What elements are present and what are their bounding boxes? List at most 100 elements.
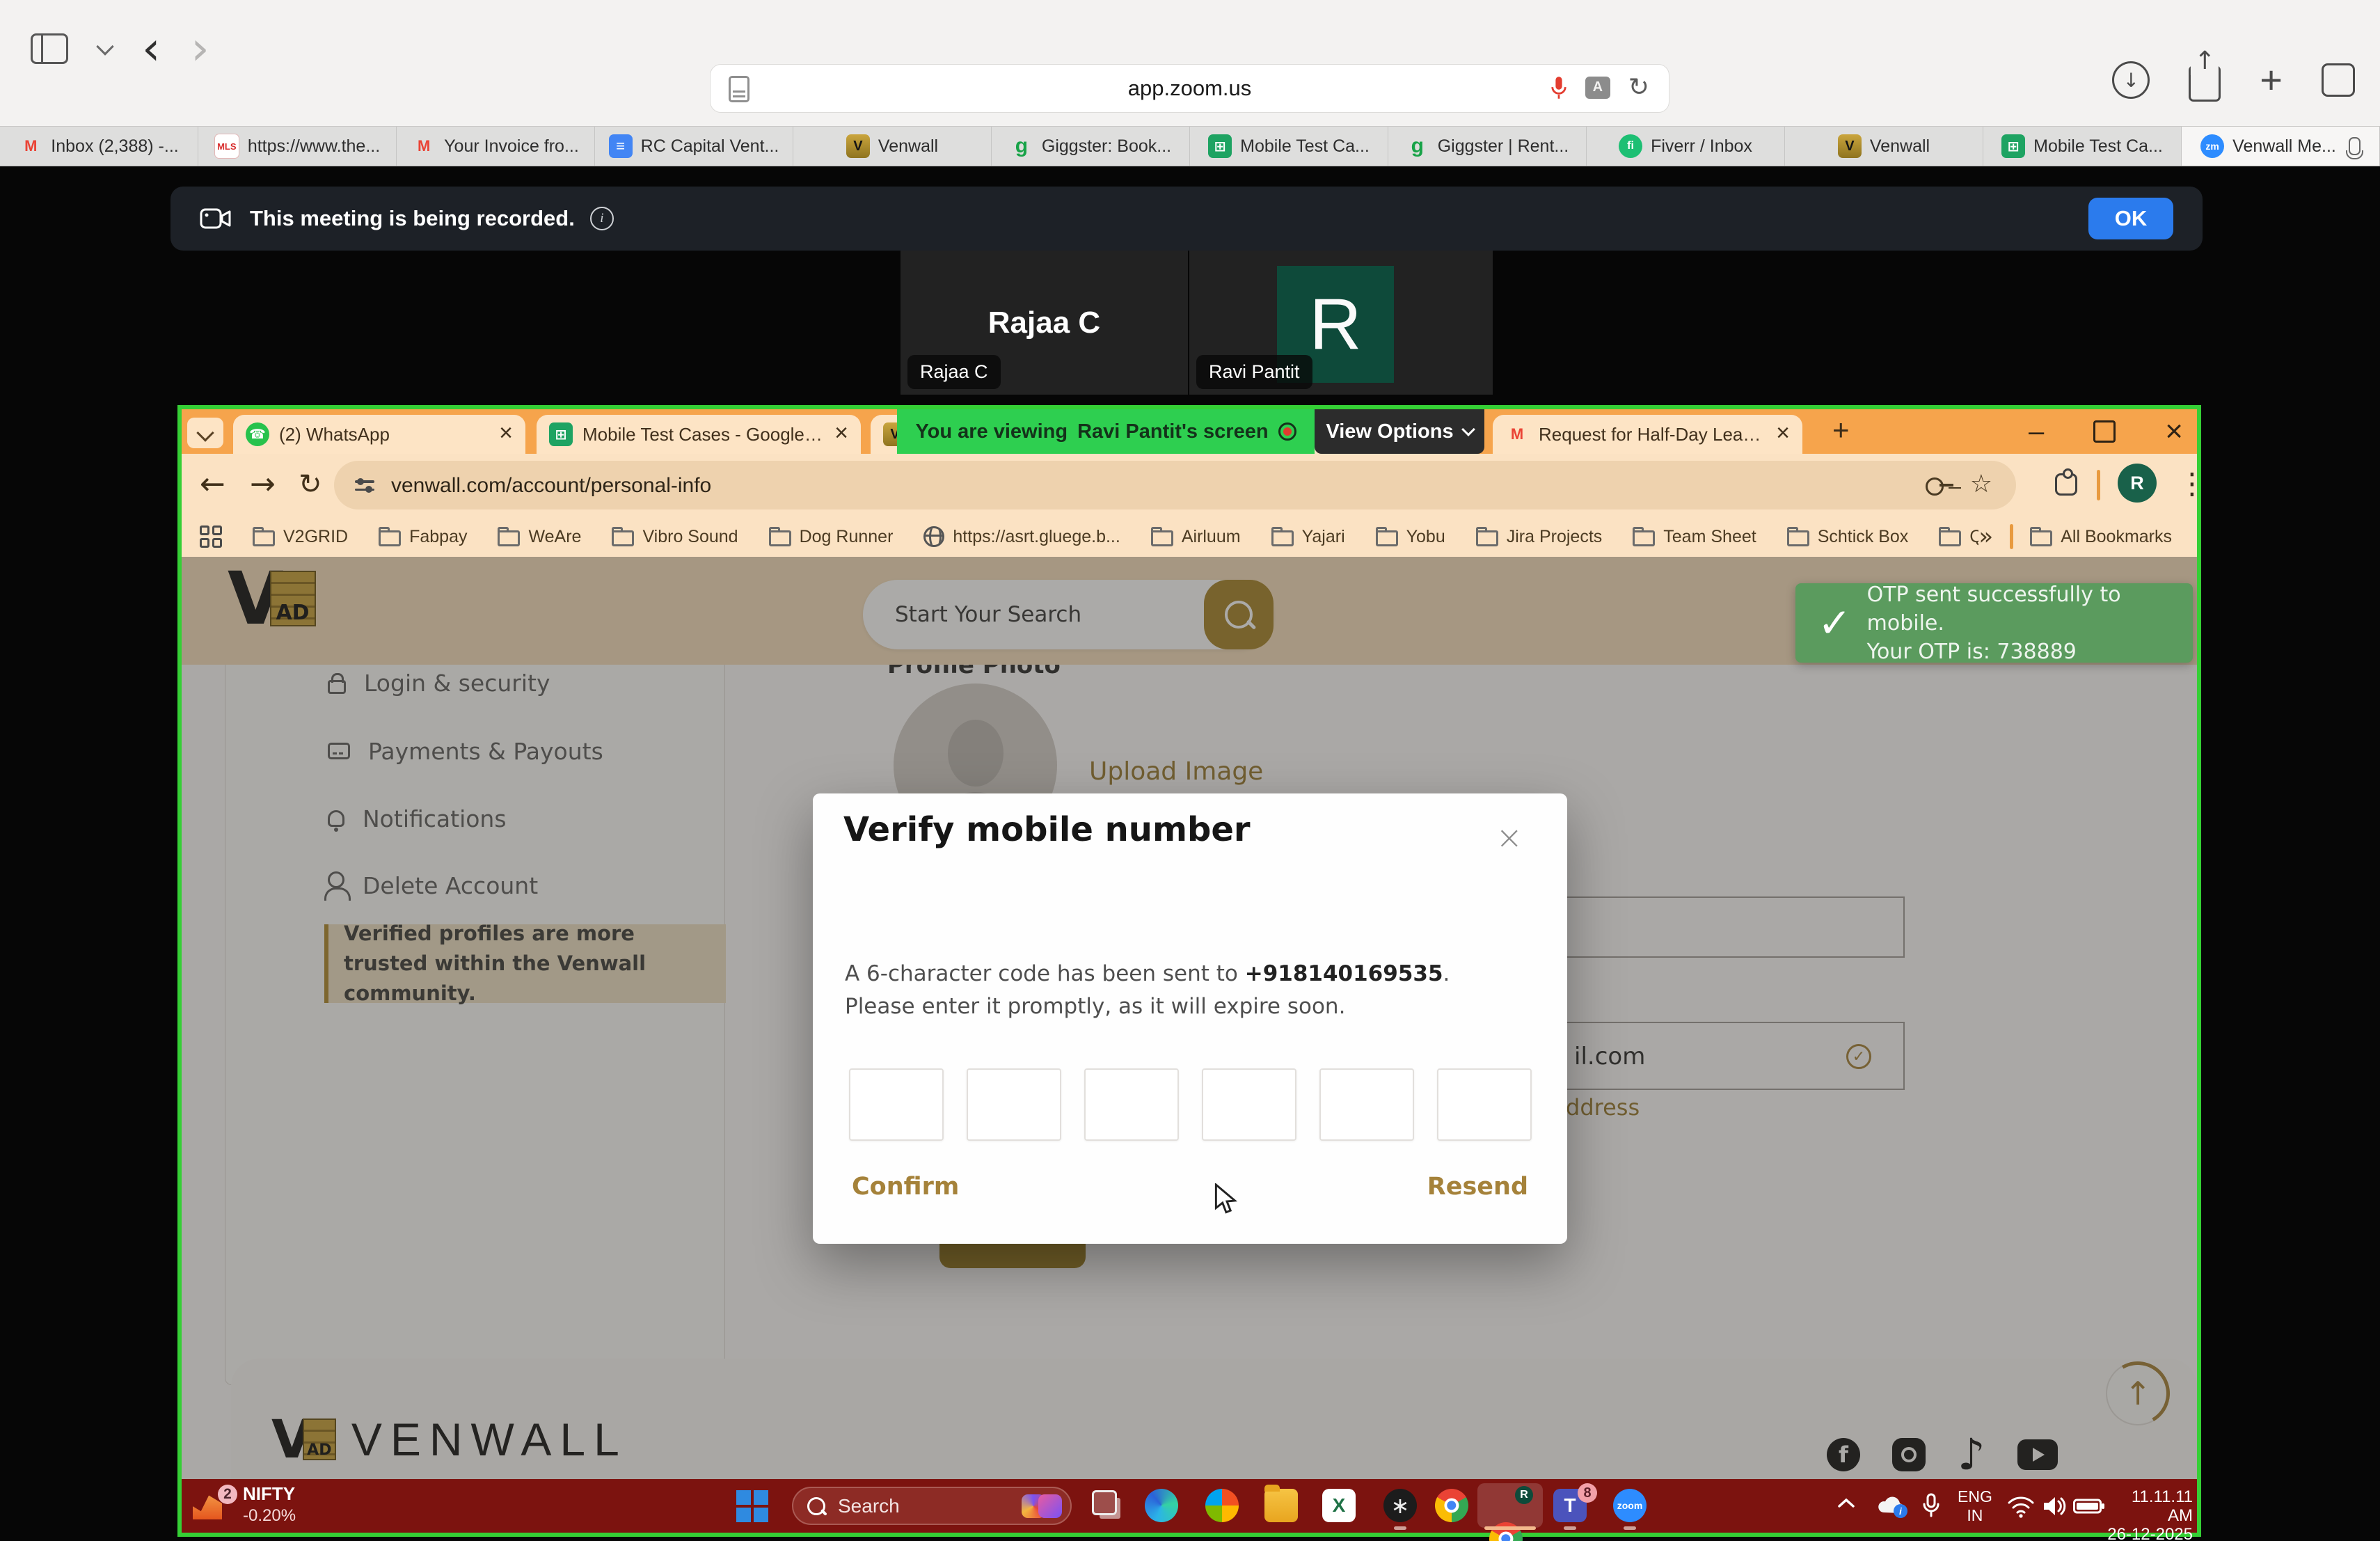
forward-button[interactable] [250, 468, 276, 501]
tab-search-chevron[interactable] [187, 418, 223, 448]
reload-icon[interactable] [1628, 73, 1649, 102]
safari-tab[interactable]: Giggster | Rent... [1388, 127, 1587, 166]
mic-icon[interactable] [1550, 75, 1567, 100]
chrome-tab-whatsapp[interactable]: (2) WhatsApp [233, 415, 525, 454]
volume-icon[interactable] [2041, 1494, 2069, 1518]
bookmark-item[interactable]: V2GRID [253, 527, 348, 547]
bookmark-item[interactable]: Vibro Sound [612, 527, 738, 547]
bookmark-item[interactable]: https://asrt.gluege.b... [923, 526, 1120, 547]
chevron-down-icon[interactable] [96, 38, 113, 55]
resend-button[interactable]: Resend [1427, 1173, 1528, 1201]
bookmark-item[interactable]: Team Sheet [1633, 527, 1756, 547]
chrome-tab-sheets[interactable]: Mobile Test Cases - Google She [537, 415, 861, 454]
taskbar-search[interactable]: Search [792, 1487, 1072, 1525]
safari-tab[interactable]: https://www.the... [198, 127, 397, 166]
otp-input-5[interactable] [1319, 1068, 1414, 1141]
profile-avatar[interactable]: R [2118, 464, 2157, 503]
close-tab-icon[interactable] [1776, 424, 1790, 445]
battery-icon[interactable] [2073, 1497, 2105, 1515]
zoom-app-icon[interactable] [1613, 1489, 1647, 1522]
otp-toast: OTP sent successfully to mobile. Your OT… [1795, 583, 2193, 663]
bookmark-item[interactable]: WeAre [498, 527, 581, 547]
venwall-page: V AD Start Your Search Login & securityP… [182, 557, 2197, 1479]
bookmark-item[interactable]: Dog Runner [769, 527, 894, 547]
omnibox[interactable]: venwall.com/account/personal-info [334, 461, 2016, 509]
copilot-icon[interactable] [1205, 1489, 1239, 1522]
tune-icon[interactable] [355, 475, 374, 496]
wifi-icon[interactable] [2006, 1494, 2036, 1518]
tray-chevron-icon[interactable] [1837, 1497, 1855, 1510]
extensions-icon[interactable] [2055, 473, 2077, 496]
password-key-icon[interactable] [1926, 477, 1944, 496]
close-icon[interactable] [2165, 414, 2183, 449]
share-icon[interactable] [2189, 65, 2221, 102]
clock[interactable]: 11.11.11 AM 26-12-2025 [2104, 1487, 2193, 1541]
back-button[interactable] [200, 468, 225, 501]
safari-tab[interactable]: Venwall [1785, 127, 1983, 166]
bookmark-item[interactable]: Yajari [1271, 527, 1345, 547]
otp-input-3[interactable] [1084, 1068, 1179, 1141]
otp-input-6[interactable] [1437, 1068, 1532, 1141]
file-explorer-icon[interactable] [1264, 1489, 1298, 1522]
view-options-button[interactable]: View Options [1315, 409, 1484, 454]
safari-tab-label: RC Capital Vent... [641, 136, 779, 157]
taskbar-widget-stocks[interactable]: 2 NIFTY -0.20% [193, 1483, 296, 1526]
new-tab-icon[interactable] [2260, 66, 2283, 94]
otp-input-2[interactable] [967, 1068, 1061, 1141]
safari-tab[interactable]: Venwall Me... [2182, 127, 2380, 166]
safari-tab[interactable]: Giggster: Book... [992, 127, 1190, 166]
app-icon-dark[interactable] [1383, 1489, 1417, 1522]
close-tab-icon[interactable] [834, 424, 848, 445]
info-icon[interactable] [590, 207, 614, 230]
windows-taskbar: 2 NIFTY -0.20% Search R 8 [182, 1479, 2197, 1533]
safari-tab[interactable]: RC Capital Vent... [595, 127, 793, 166]
bookmark-item[interactable]: Airluum [1151, 527, 1241, 547]
folder-icon [769, 530, 791, 546]
forward-button[interactable]: › [191, 35, 209, 62]
video-tile-rajaa[interactable]: Rajaa C Rajaa C [901, 251, 1188, 395]
minimize-icon[interactable] [2029, 416, 2044, 448]
bookmark-star-icon[interactable] [1970, 469, 1992, 498]
safari-tab[interactable]: Fiverr / Inbox [1587, 127, 1785, 166]
language-indicator[interactable]: ENG IN [1958, 1487, 1992, 1525]
close-tab-icon[interactable] [499, 424, 513, 445]
close-icon[interactable] [1496, 819, 1523, 856]
sidebar-toggle-icon[interactable] [31, 33, 68, 64]
bookmark-item[interactable]: Jira Projects [1476, 527, 1603, 547]
chrome-tab-strip: (2) WhatsApp Mobile Test Cases - Google … [182, 409, 2197, 454]
bookmark-item[interactable]: QuizBam [1939, 527, 1978, 547]
confirm-button[interactable]: Confirm [852, 1173, 959, 1201]
safari-tab[interactable]: Your Invoice fro... [397, 127, 595, 166]
otp-input-4[interactable] [1202, 1068, 1296, 1141]
task-view-icon[interactable] [1090, 1489, 1124, 1522]
menu-dots-icon[interactable] [2177, 466, 2207, 500]
maximize-icon[interactable] [2093, 420, 2116, 443]
excel-icon[interactable] [1322, 1489, 1356, 1522]
chrome-tab-gmail[interactable]: Request for Half-Day Leave - ra [1493, 415, 1802, 454]
onedrive-icon[interactable] [1874, 1494, 1906, 1520]
mic-tray-icon[interactable] [1922, 1493, 1940, 1518]
bookmarks-overflow-icon[interactable] [1978, 523, 1993, 551]
chrome-icon[interactable] [1435, 1489, 1468, 1522]
new-tab-button[interactable] [1832, 413, 1850, 447]
bookmark-item[interactable]: Fabpay [379, 527, 467, 547]
ok-button[interactable]: OK [2088, 198, 2173, 239]
edge-icon[interactable] [1145, 1489, 1178, 1522]
bookmark-item[interactable]: Yobu [1376, 527, 1445, 547]
tab-overview-icon[interactable] [2322, 63, 2355, 97]
translate-icon[interactable] [1585, 77, 1610, 99]
address-bar[interactable]: app.zoom.us [710, 64, 1669, 113]
otp-input-1[interactable] [849, 1068, 944, 1141]
all-bookmarks[interactable]: All Bookmarks [2030, 527, 2172, 547]
back-button[interactable]: ‹ [142, 35, 160, 62]
video-tile-ravi[interactable]: R Ravi Pantit [1189, 251, 1493, 395]
reload-button[interactable] [299, 468, 322, 501]
downloads-icon[interactable] [2112, 61, 2150, 99]
start-button[interactable] [736, 1490, 768, 1522]
safari-tab[interactable]: Mobile Test Ca... [1983, 127, 2182, 166]
bookmark-item[interactable]: Schtick Box [1787, 527, 1909, 547]
apps-grid-icon[interactable] [200, 525, 222, 548]
safari-tab[interactable]: Inbox (2,388) -... [0, 127, 198, 166]
safari-tab[interactable]: Venwall [793, 127, 992, 166]
safari-tab[interactable]: Mobile Test Ca... [1190, 127, 1388, 166]
